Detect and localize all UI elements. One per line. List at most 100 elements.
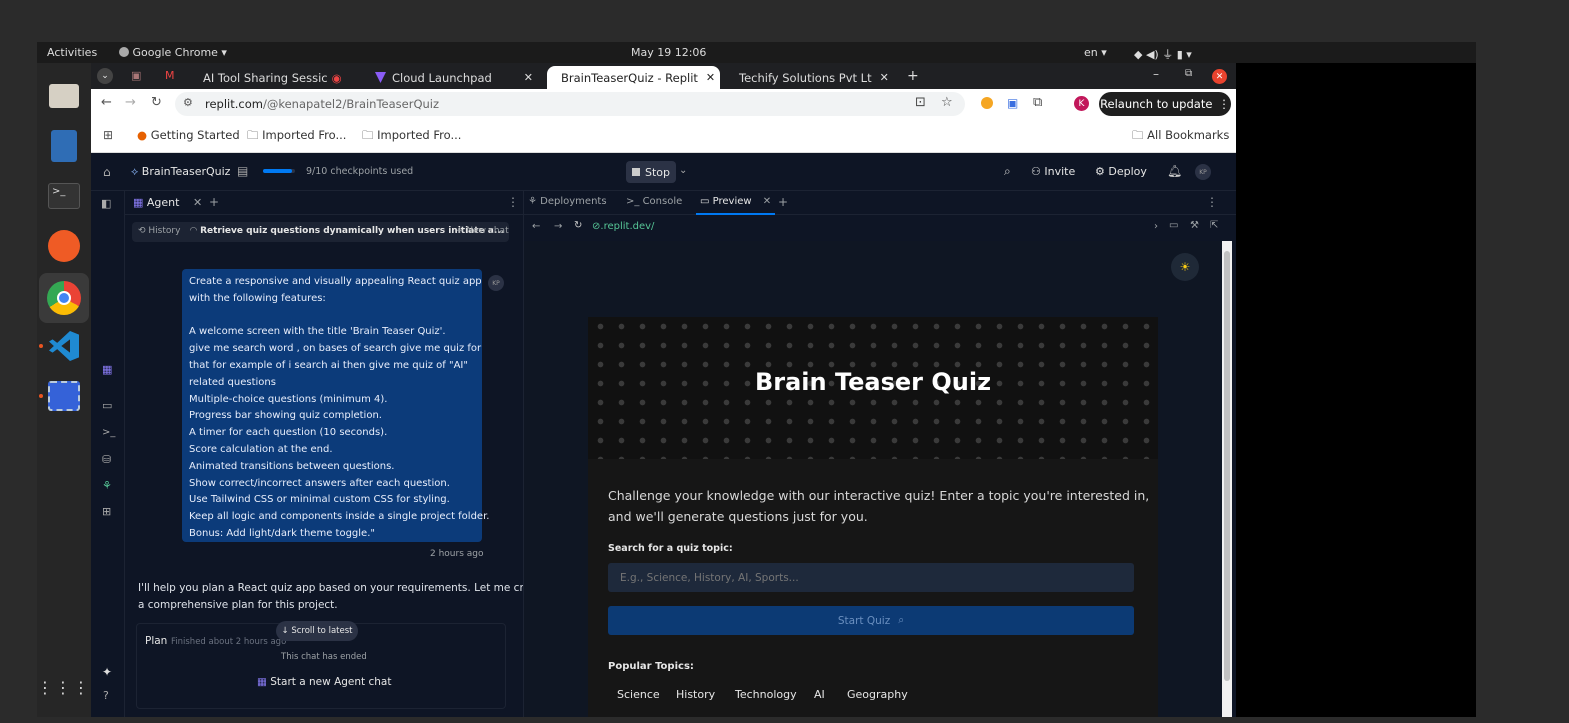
install-app-icon[interactable]: ⊡ (915, 95, 926, 110)
bookmark-imported-2[interactable]: 🗀 Imported Fro... (362, 128, 461, 147)
text-editor-app[interactable] (43, 125, 85, 167)
toggle-sidebar-icon[interactable]: ◧ (101, 197, 111, 210)
search-input[interactable] (608, 563, 1134, 592)
topic-chip-history[interactable]: History (676, 688, 715, 701)
sparkle-icon[interactable]: ✦ (102, 665, 112, 679)
new-chat-button[interactable]: + New chat (456, 226, 509, 236)
tab-preview[interactable]: ▭ Preview ✕ (696, 191, 776, 215)
tab-deployments[interactable]: ⚘ Deployments (528, 196, 607, 207)
add-tab-button[interactable]: + (209, 195, 219, 209)
forward-button[interactable]: → (125, 95, 136, 110)
site-info-icon[interactable]: ⚙ (183, 96, 193, 109)
topic-chip-ai[interactable]: AI (814, 688, 825, 701)
tab-brainteaserquiz[interactable]: BrainTeaserQuiz - Replit ✕ (547, 66, 720, 89)
devtools-icon[interactable]: ⚒ (1190, 220, 1199, 231)
chrome-dock-app[interactable] (39, 273, 89, 323)
help-icon[interactable]: ? (103, 689, 109, 702)
stop-button[interactable]: Stop (626, 161, 676, 183)
start-new-agent-chat-button[interactable]: ▦ Start a new Agent chat (257, 676, 391, 688)
close-icon[interactable]: ✕ (193, 196, 202, 209)
folder-icon: 🗀 (1132, 128, 1144, 142)
tab-techify[interactable]: Techify Solutions Pvt Lt ✕ (725, 66, 895, 89)
all-tools-icon[interactable]: ⊞ (102, 505, 111, 518)
add-tab-button[interactable]: + (778, 195, 788, 209)
console-icon[interactable]: >_ (102, 427, 115, 438)
close-window-button[interactable]: ✕ (1212, 69, 1227, 84)
clock[interactable]: May 19 12:06 (631, 46, 706, 59)
preview-url[interactable]: ⊘.replit.dev/ (592, 221, 654, 232)
tab-agent[interactable]: ▦ Agent ✕ (133, 196, 202, 209)
home-icon[interactable]: ⌂ (103, 165, 111, 179)
scrollbar-thumb[interactable] (1224, 251, 1230, 681)
history-button[interactable]: ⟲ History (138, 226, 180, 236)
open-new-tab-icon[interactable]: ⇱ (1210, 220, 1218, 231)
scroll-to-latest-button[interactable]: ↓ Scroll to latest (276, 621, 358, 641)
gmail-tab[interactable]: M (165, 69, 175, 82)
omnibox[interactable]: ⚙ replit.com/@kenapatel2/BrainTeaserQuiz… (175, 92, 965, 116)
topic-chip-science[interactable]: Science (617, 688, 660, 701)
theme-toggle-button[interactable]: ☀ (1171, 253, 1199, 281)
extension-icon[interactable]: ▣ (1007, 96, 1018, 110)
invite-button[interactable]: ⚇ Invite (1031, 165, 1075, 178)
preview-next-icon[interactable]: › (1154, 221, 1158, 232)
hero-banner: Brain Teaser Quiz (588, 317, 1158, 459)
device-icon[interactable]: ▭ (1169, 220, 1178, 231)
terminal-app[interactable]: >_ (43, 175, 85, 217)
thread-icon: ◠ (190, 226, 197, 236)
tab-cloud-launchpad[interactable]: Cloud Launchpad ✕ (369, 66, 541, 89)
topic-chip-geography[interactable]: Geography (847, 688, 908, 701)
apps-grid-icon[interactable]: ⊞ (103, 128, 113, 142)
system-tray[interactable]: ◆ ◀) ⏚ ▮ ▾ (1134, 46, 1192, 62)
pinned-tab-1[interactable]: ▣ (131, 69, 141, 82)
vscode-app[interactable] (43, 325, 85, 367)
tab-search-button[interactable]: ⌄ (97, 68, 113, 84)
preview-icon[interactable]: ▭ (102, 399, 112, 412)
files-app[interactable] (43, 75, 85, 117)
all-bookmarks[interactable]: 🗀 All Bookmarks (1132, 128, 1229, 147)
new-tab-button[interactable]: + (907, 68, 919, 84)
restore-button[interactable]: ⧉ (1185, 68, 1192, 79)
panel-menu-icon[interactable]: ⋮ (507, 195, 519, 209)
project-name[interactable]: ⟡ BrainTeaserQuiz (131, 165, 230, 179)
back-button[interactable]: ← (101, 95, 112, 110)
bookmark-getting-started[interactable]: ● Getting Started (137, 128, 240, 142)
relaunch-button[interactable]: Relaunch to update ⋮ (1099, 92, 1231, 116)
profile-avatar[interactable]: K (1074, 96, 1089, 111)
bookmark-imported-1[interactable]: 🗀 Imported Fro... (247, 128, 346, 147)
preview-reload-button[interactable]: ↻ (574, 220, 582, 231)
agent-icon[interactable]: ▦ (102, 363, 112, 376)
show-apps-button[interactable]: ⋮⋮⋮ (37, 667, 89, 709)
chrome-app-menu[interactable]: Google Chrome ▾ (119, 46, 227, 59)
quiz-title: Brain Teaser Quiz (754, 368, 992, 396)
deploy-button[interactable]: ⚙ Deploy (1095, 165, 1147, 178)
language-indicator[interactable]: en ▾ (1084, 46, 1107, 59)
start-quiz-button[interactable]: Start Quiz ⌕ (608, 606, 1134, 635)
preview-back-button[interactable]: ← (532, 221, 540, 232)
extension-icon[interactable] (981, 97, 993, 109)
bookmark-star-icon[interactable]: ☆ (941, 95, 953, 110)
database-icon[interactable]: ⛁ (102, 453, 111, 466)
reload-button[interactable]: ↻ (151, 95, 162, 110)
topic-chip-technology[interactable]: Technology (735, 688, 797, 701)
extensions-puzzle-icon[interactable]: ⧉ (1033, 95, 1042, 110)
minimize-button[interactable]: – (1153, 67, 1159, 81)
preview-forward-button[interactable]: → (554, 221, 562, 232)
notifications-bell-icon[interactable]: 🔔︎ (1167, 164, 1182, 178)
panel-menu-icon[interactable]: ⋮ (1206, 195, 1218, 209)
tab-console[interactable]: >_ Console (626, 196, 682, 207)
panel-divider[interactable] (523, 191, 524, 717)
close-icon[interactable]: ✕ (698, 71, 720, 84)
close-icon[interactable]: ✕ (516, 71, 541, 84)
close-icon[interactable]: ✕ (872, 71, 895, 84)
screenshot-app[interactable] (43, 375, 85, 417)
run-options-chevron-icon[interactable]: ⌄ (679, 165, 687, 176)
user-avatar[interactable]: KP (1195, 164, 1211, 180)
popular-topics-list: Science History Technology AI Geography (608, 688, 1148, 706)
search-icon[interactable]: ⌕ (1004, 164, 1011, 179)
activities-button[interactable]: Activities (47, 46, 97, 59)
postman-app[interactable] (43, 225, 85, 267)
tab-ai-tool-sharing[interactable]: AI Tool Sharing Sessic ◉ ✕ (191, 66, 341, 89)
preview-scrollbar[interactable] (1222, 241, 1232, 717)
checkpoint-icon[interactable]: ▤ (237, 164, 248, 178)
deployments-icon[interactable]: ⚘ (102, 479, 112, 492)
